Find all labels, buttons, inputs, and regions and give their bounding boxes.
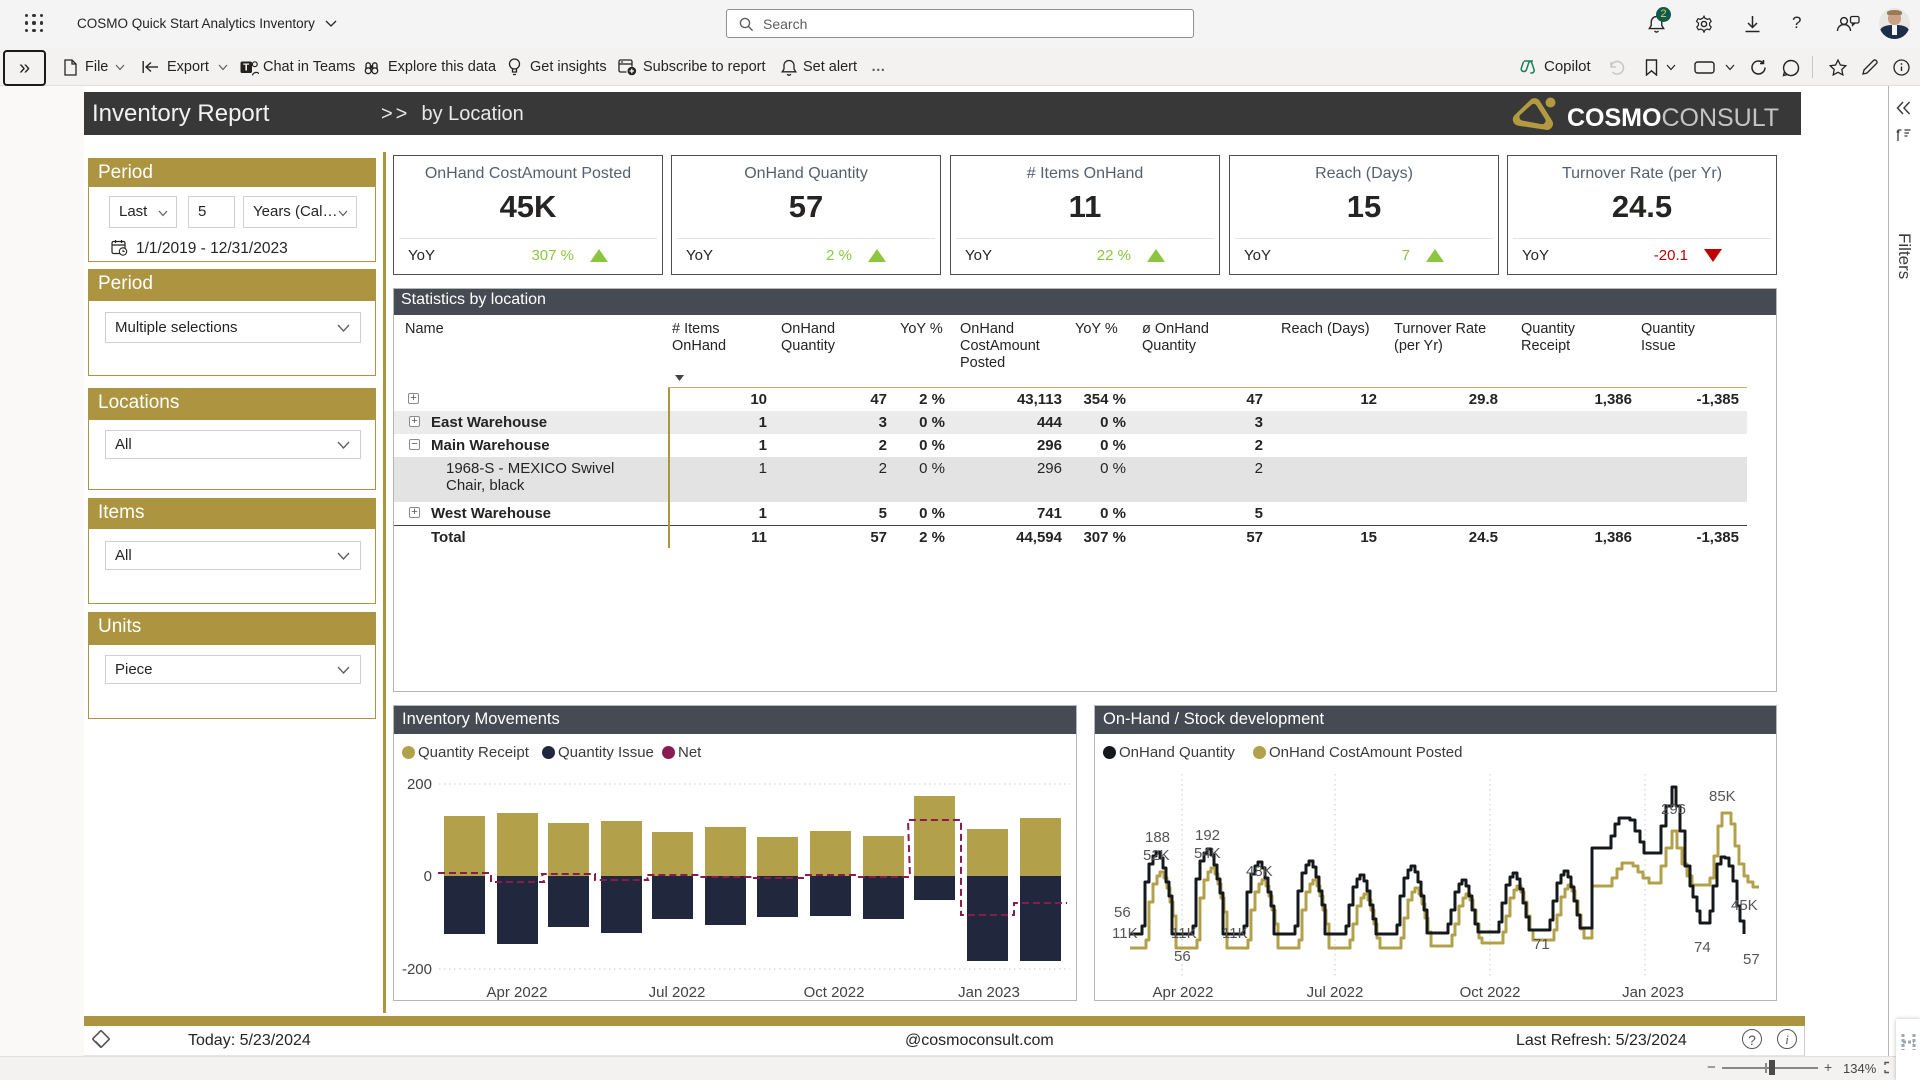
svg-text:Jan 2023: Jan 2023 [1622, 984, 1684, 1001]
svg-text:11K: 11K [1112, 925, 1138, 942]
svg-text:0: 0 [424, 868, 432, 885]
svg-text:188: 188 [1145, 829, 1170, 846]
svg-text:56: 56 [1174, 948, 1191, 965]
svg-text:Oct 2022: Oct 2022 [804, 984, 865, 1001]
svg-text:48K: 48K [1246, 863, 1273, 880]
svg-text:Jul 2022: Jul 2022 [1307, 984, 1364, 1001]
svg-text:85K: 85K [1709, 788, 1736, 805]
svg-text:56: 56 [1114, 904, 1131, 921]
svg-text:192: 192 [1195, 827, 1220, 844]
svg-text:Jul 2022: Jul 2022 [649, 984, 706, 1001]
svg-text:74: 74 [1694, 939, 1711, 956]
svg-text:Apr 2022: Apr 2022 [1153, 984, 1214, 1001]
svg-text:Oct 2022: Oct 2022 [1460, 984, 1521, 1001]
svg-text:54K: 54K [1194, 845, 1221, 862]
svg-text:296: 296 [1661, 801, 1686, 818]
svg-text:200: 200 [407, 776, 432, 793]
svg-text:-200: -200 [402, 961, 432, 978]
svg-text:Jan 2023: Jan 2023 [958, 984, 1020, 1001]
svg-text:57: 57 [1743, 951, 1760, 968]
svg-text:Apr 2022: Apr 2022 [487, 984, 548, 1001]
svg-text:52K: 52K [1143, 847, 1170, 864]
svg-text:45K: 45K [1731, 897, 1758, 914]
svg-text:11K: 11K [1222, 925, 1248, 942]
svg-text:T: T [243, 63, 249, 74]
svg-text:71: 71 [1533, 936, 1550, 953]
svg-text:11K: 11K [1171, 925, 1197, 942]
